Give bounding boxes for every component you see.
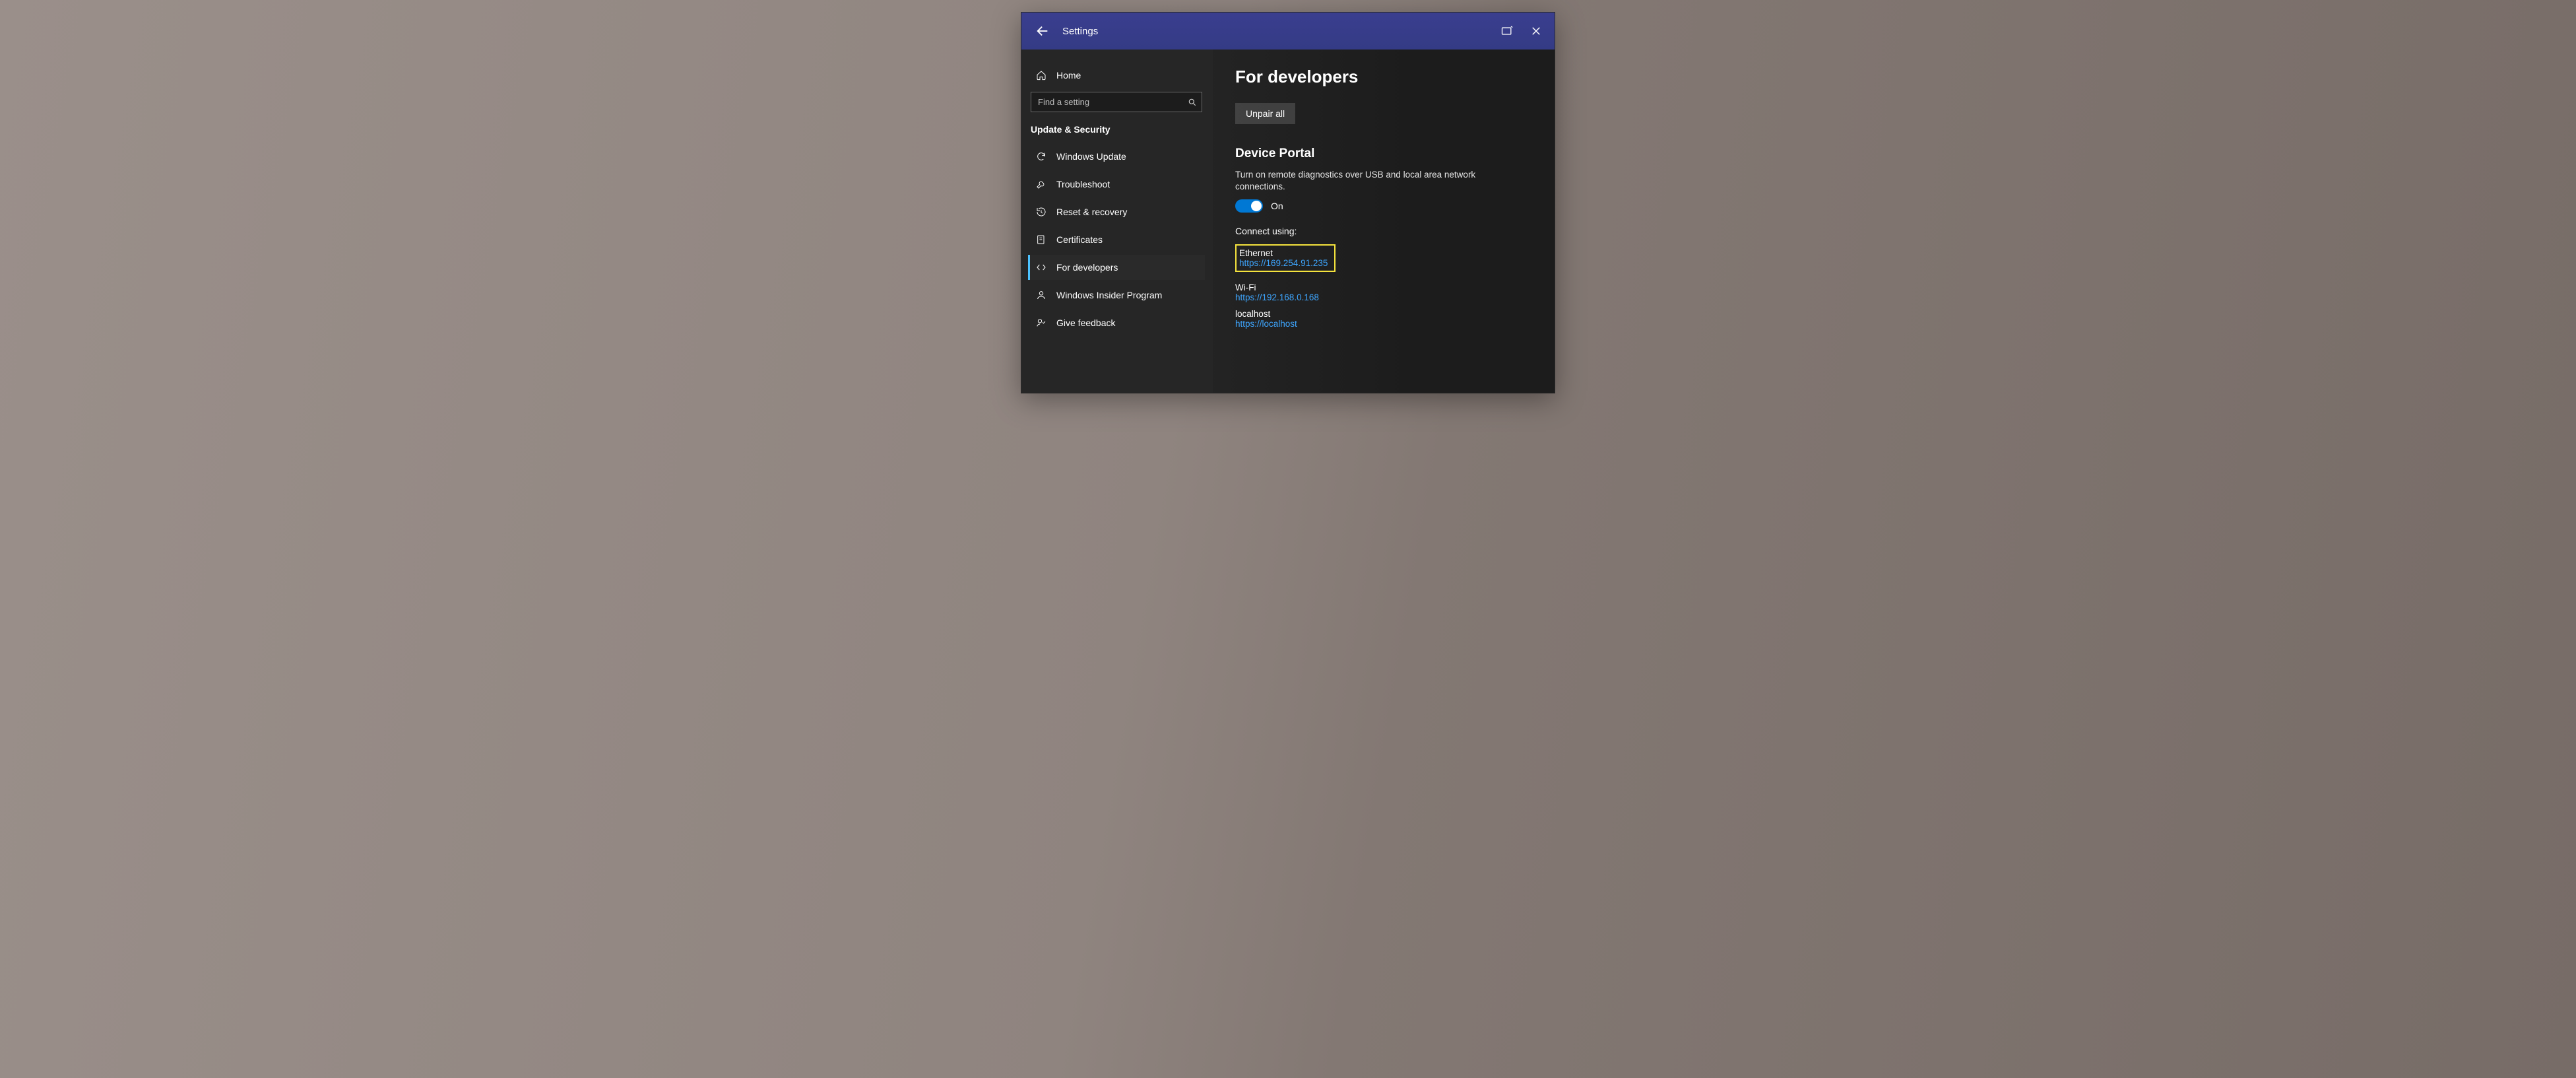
search-input[interactable]: [1031, 92, 1202, 112]
connection-localhost: localhost https://localhost: [1235, 309, 1532, 329]
connection-wifi: Wi-Fi https://192.168.0.168: [1235, 283, 1532, 302]
search-field[interactable]: [1031, 92, 1202, 112]
toggle-state-label: On: [1271, 201, 1283, 211]
back-button[interactable]: [1028, 17, 1057, 46]
wrench-icon: [1035, 178, 1047, 190]
sidebar-item-label: For developers: [1056, 262, 1118, 273]
sync-icon: [1035, 151, 1047, 162]
sidebar: Home Update & Security Windows Update: [1021, 50, 1213, 393]
sidebar-item-troubleshoot[interactable]: Troubleshoot: [1028, 172, 1205, 197]
connection-url-link[interactable]: https://localhost: [1235, 319, 1532, 329]
connection-url-link[interactable]: https://192.168.0.168: [1235, 292, 1532, 302]
close-button[interactable]: [1522, 17, 1551, 46]
connection-ethernet: Ethernet https://169.254.91.235: [1235, 244, 1336, 272]
sidebar-item-for-developers[interactable]: For developers: [1028, 255, 1205, 280]
connection-name: Ethernet: [1239, 248, 1328, 258]
unpair-all-button[interactable]: Unpair all: [1235, 103, 1295, 124]
resize-follow-button[interactable]: [1493, 17, 1522, 46]
certificate-icon: [1035, 234, 1047, 246]
device-portal-heading: Device Portal: [1235, 147, 1532, 161]
sidebar-item-reset-recovery[interactable]: Reset & recovery: [1028, 199, 1205, 224]
feedback-icon: [1035, 317, 1047, 329]
device-portal-toggle[interactable]: [1235, 199, 1263, 213]
sidebar-home[interactable]: Home: [1028, 63, 1205, 88]
home-icon: [1035, 69, 1047, 81]
content-panel: For developers Unpair all Device Portal …: [1213, 50, 1555, 393]
sidebar-item-give-feedback[interactable]: Give feedback: [1028, 310, 1205, 335]
sidebar-item-label: Windows Insider Program: [1056, 290, 1162, 300]
sidebar-item-label: Windows Update: [1056, 151, 1126, 162]
titlebar: Settings: [1021, 13, 1555, 50]
developer-icon: [1035, 261, 1047, 273]
sidebar-category-label: Update & Security: [1028, 121, 1205, 144]
connect-using-label: Connect using:: [1235, 226, 1532, 236]
connection-url-link[interactable]: https://169.254.91.235: [1239, 258, 1328, 268]
sidebar-item-label: Troubleshoot: [1056, 179, 1110, 189]
connection-name: localhost: [1235, 309, 1532, 319]
settings-window: Settings Home Update & Security: [1021, 12, 1555, 393]
connection-name: Wi-Fi: [1235, 283, 1532, 292]
sidebar-item-windows-update[interactable]: Windows Update: [1028, 144, 1205, 169]
history-icon: [1035, 206, 1047, 218]
sidebar-home-label: Home: [1056, 70, 1081, 81]
sidebar-item-insider-program[interactable]: Windows Insider Program: [1028, 283, 1205, 308]
app-title: Settings: [1062, 26, 1098, 37]
sidebar-item-certificates[interactable]: Certificates: [1028, 227, 1205, 252]
person-icon: [1035, 289, 1047, 301]
sidebar-item-label: Reset & recovery: [1056, 207, 1127, 217]
sidebar-item-label: Give feedback: [1056, 318, 1116, 328]
page-title: For developers: [1235, 67, 1532, 87]
search-icon: [1188, 98, 1197, 107]
device-portal-description: Turn on remote diagnostics over USB and …: [1235, 169, 1486, 193]
sidebar-item-label: Certificates: [1056, 234, 1103, 245]
